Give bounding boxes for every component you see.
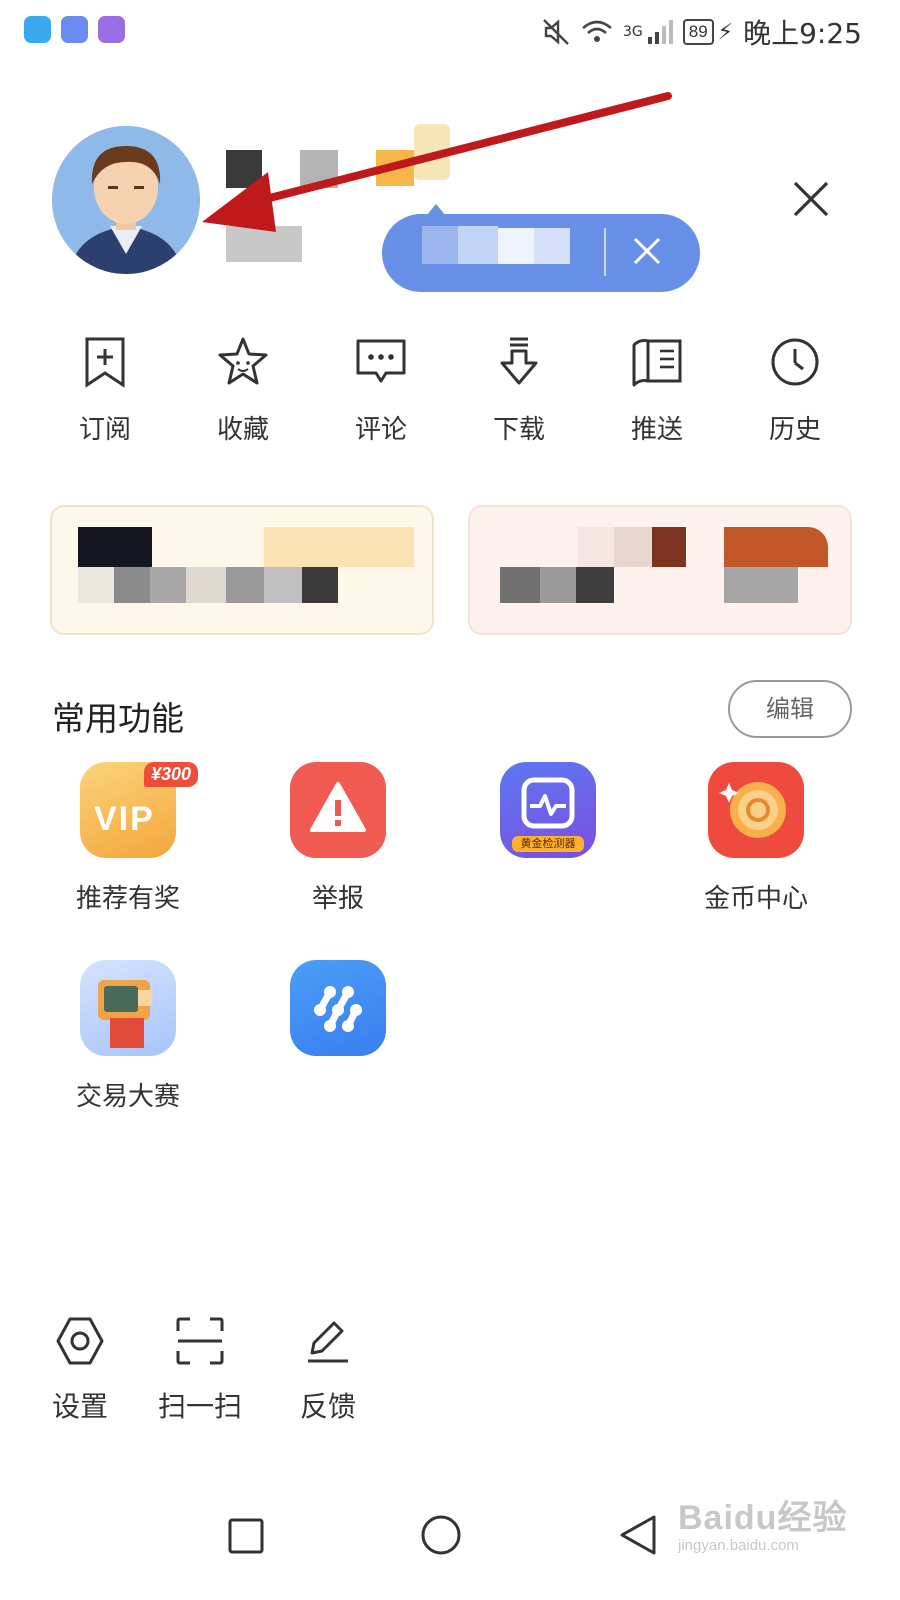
function-label [448,878,648,910]
promo-card-right[interactable] [468,505,852,635]
quick-label: 推送 [630,415,683,445]
tool-settings[interactable]: 设置 [42,1315,118,1425]
trading-contest-icon [80,960,176,1056]
edit-button[interactable]: 编辑 [728,680,852,738]
function-gold-detector[interactable]: 黄金检测器 [448,762,648,910]
function-label [238,1076,438,1108]
tool-scan[interactable]: 扫一扫 [150,1315,250,1425]
section-title: 常用功能 [52,699,184,738]
comment-icon [356,339,406,383]
quick-label: 订阅 [78,415,131,445]
watermark-sub: jingyan.baidu.com [678,1537,799,1554]
watermark-main: Baidu经验 [678,1499,848,1537]
download-icon [500,337,538,385]
tool-label: 反馈 [299,1390,356,1423]
function-link[interactable] [238,960,438,1108]
function-label: 推荐有奖 [75,884,180,914]
book-icon [632,339,682,387]
home-button[interactable] [420,1514,462,1556]
star-icon [218,337,268,385]
function-label: 交易大赛 [75,1082,180,1112]
recent-apps-button[interactable] [228,1518,264,1554]
coin-icon [708,762,804,858]
gold-detector-badge: 黄金检测器 [512,836,584,852]
quick-label: 评论 [354,415,407,445]
quick-subscribe[interactable]: 订阅 [36,335,174,446]
annotation-arrow [202,92,672,232]
scan-icon [176,1317,224,1365]
quick-label: 下载 [492,415,545,445]
quick-push[interactable]: 推送 [588,335,726,446]
function-report[interactable]: 举报 [238,762,438,915]
function-label: 举报 [311,884,364,914]
feedback-edit-icon [308,1321,348,1363]
baidu-watermark: Baidu经验 jingyan.baidu.com [678,1490,847,1554]
quick-favorite[interactable]: 收藏 [174,335,312,446]
quick-download[interactable]: 下载 [450,335,588,446]
function-coin-center[interactable]: 金币中心 [656,762,856,915]
gold-detector-icon: 黄金检测器 [500,762,596,858]
function-label: 金币中心 [703,884,808,914]
function-referral[interactable]: VIP ¥300 推荐有奖 [28,762,228,915]
back-button[interactable] [618,1514,658,1556]
vip-icon-text: VIP [94,800,155,838]
settings-icon [56,1317,104,1365]
tool-label: 扫一扫 [157,1390,242,1423]
clock-icon [771,338,819,386]
tool-feedback[interactable]: 反馈 [290,1315,366,1425]
bookmark-add-icon [85,337,125,388]
promo-card-left[interactable] [50,505,434,635]
quick-label: 收藏 [216,415,269,445]
link-icon [290,960,386,1056]
quick-history[interactable]: 历史 [726,335,864,446]
vip-badge: ¥300 [144,762,199,787]
quick-comment[interactable]: 评论 [312,335,450,446]
quick-label: 历史 [768,415,821,445]
tool-label: 设置 [51,1390,108,1423]
quick-actions-row: 订阅 收藏 评论 下载 推送 历史 [36,335,864,446]
function-trading-contest[interactable]: 交易大赛 [28,960,228,1113]
warning-icon [290,762,386,858]
